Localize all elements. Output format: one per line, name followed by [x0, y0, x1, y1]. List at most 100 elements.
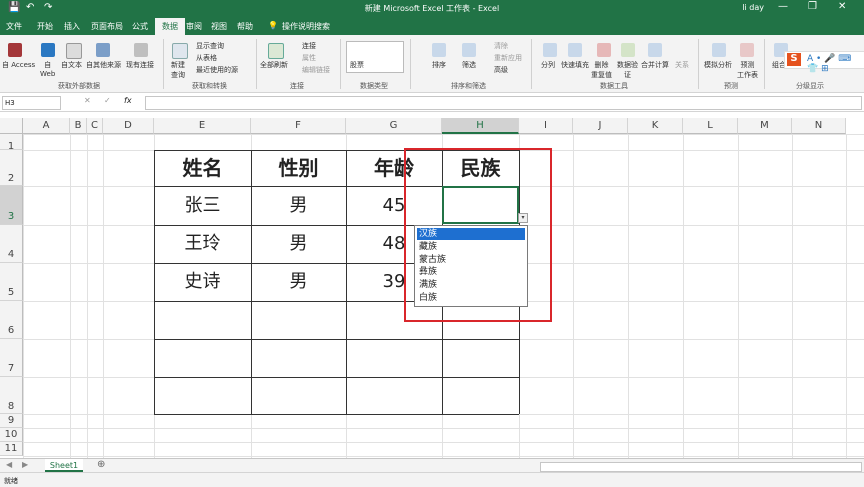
from-web-button[interactable]: 自 Web: [40, 60, 55, 78]
sheet-nav-right-icon[interactable]: ▶: [22, 460, 28, 469]
row-header-2[interactable]: 2: [0, 150, 23, 186]
existing-connections-icon[interactable]: [134, 43, 148, 57]
edit-links-button[interactable]: 编辑链接: [302, 65, 330, 75]
what-if-icon[interactable]: [712, 43, 726, 57]
column-header-k[interactable]: K: [628, 118, 683, 134]
row-header-4[interactable]: 4: [0, 225, 23, 263]
table-cell[interactable]: 男: [251, 186, 346, 225]
flash-fill-icon[interactable]: [568, 43, 582, 57]
tab-home[interactable]: 开始: [37, 21, 53, 32]
table-header-cell[interactable]: 姓名: [154, 150, 251, 186]
column-header-l[interactable]: L: [683, 118, 738, 134]
data-validation-icon[interactable]: [621, 43, 635, 57]
minimize-button[interactable]: —: [778, 1, 788, 12]
table-cell[interactable]: 男: [251, 225, 346, 263]
row-header-11[interactable]: 11: [0, 442, 23, 456]
row-header-8[interactable]: 8: [0, 377, 23, 414]
web-icon[interactable]: [41, 43, 55, 57]
table-cell[interactable]: 男: [251, 263, 346, 301]
sogou-logo-icon[interactable]: S: [787, 53, 801, 66]
column-header-m[interactable]: M: [738, 118, 792, 134]
remove-duplicates-icon[interactable]: [597, 43, 611, 57]
column-header-j[interactable]: J: [573, 118, 628, 134]
new-query-icon[interactable]: [172, 43, 188, 59]
table-cell[interactable]: 张三: [154, 186, 251, 225]
other-sources-icon[interactable]: [96, 43, 110, 57]
column-header-h[interactable]: H: [442, 118, 519, 134]
filter-icon[interactable]: [462, 43, 476, 57]
from-table-button[interactable]: 从表格: [196, 53, 217, 63]
cancel-icon[interactable]: ✕: [84, 96, 91, 105]
stocks-data-type[interactable]: 股票: [350, 60, 364, 70]
tab-formulas[interactable]: 公式: [132, 21, 148, 32]
tab-view[interactable]: 视图: [211, 21, 227, 32]
column-header-e[interactable]: E: [154, 118, 251, 134]
show-query-button[interactable]: 显示查询: [196, 41, 224, 51]
column-header-b[interactable]: B: [70, 118, 87, 134]
select-all-corner[interactable]: [0, 118, 23, 134]
forecast-sheet-button[interactable]: 预测 工作表: [737, 60, 758, 80]
tell-me-search[interactable]: 操作说明搜索: [282, 21, 330, 32]
row-header-7[interactable]: 7: [0, 339, 23, 377]
what-if-analysis-button[interactable]: 模拟分析: [704, 60, 732, 70]
from-other-sources-button[interactable]: 自其他来源: [86, 60, 121, 70]
reapply-button[interactable]: 重新应用: [494, 53, 522, 63]
row-header-10[interactable]: 10: [0, 428, 23, 442]
flash-fill-button[interactable]: 快速填充: [561, 60, 589, 70]
horizontal-scrollbar[interactable]: [540, 462, 862, 472]
close-button[interactable]: ✕: [838, 1, 846, 12]
sort-icon[interactable]: [432, 43, 446, 57]
split-column-icon[interactable]: [543, 43, 557, 57]
recent-sources-button[interactable]: 最近使用的源: [196, 65, 238, 75]
row-header-3[interactable]: 3: [0, 186, 23, 225]
user-name[interactable]: li day: [742, 3, 764, 12]
add-sheet-button[interactable]: ⊕: [97, 459, 105, 470]
tab-data[interactable]: 数据: [155, 18, 185, 35]
column-header-a[interactable]: A: [23, 118, 70, 134]
row-header-9[interactable]: 9: [0, 414, 23, 428]
insert-function-icon[interactable]: fx: [124, 96, 132, 105]
ime-toolbar[interactable]: S A • 🎤 ⌨ 👕 ⊞: [784, 51, 864, 74]
row-header-1[interactable]: 1: [0, 134, 23, 152]
table-header-cell[interactable]: 性别: [251, 150, 346, 186]
table-cell[interactable]: 王玲: [154, 225, 251, 263]
forecast-sheet-icon[interactable]: [740, 43, 754, 57]
column-header-i[interactable]: I: [519, 118, 573, 134]
column-header-d[interactable]: D: [103, 118, 154, 134]
clear-button[interactable]: 清除: [494, 41, 508, 51]
properties-button[interactable]: 属性: [302, 53, 316, 63]
new-query-button[interactable]: 新建 查询: [171, 60, 185, 80]
tab-page-layout[interactable]: 页面布局: [91, 21, 123, 32]
tab-insert[interactable]: 插入: [64, 21, 80, 32]
refresh-all-icon[interactable]: [268, 43, 284, 59]
consolidate-icon[interactable]: [648, 43, 662, 57]
column-header-n[interactable]: N: [792, 118, 846, 134]
data-type-gallery[interactable]: 股票: [346, 41, 404, 73]
filter-button[interactable]: 筛选: [462, 60, 476, 70]
from-access-button[interactable]: 自 Access: [2, 60, 35, 70]
ime-tools-icons[interactable]: A • 🎤 ⌨ 👕 ⊞: [807, 54, 864, 74]
name-box[interactable]: H3: [2, 96, 61, 110]
row-header-5[interactable]: 5: [0, 263, 23, 301]
existing-connections-button[interactable]: 现有连接: [126, 60, 154, 70]
sheet-nav-left-icon[interactable]: ◀: [6, 460, 12, 469]
remove-duplicates-button[interactable]: 删除 重复值: [591, 60, 612, 80]
sheet-tab-sheet1[interactable]: Sheet1: [45, 459, 83, 472]
advanced-button[interactable]: 高级: [494, 65, 508, 75]
tab-review[interactable]: 审阅: [186, 21, 202, 32]
text-to-columns-button[interactable]: 分列: [541, 60, 555, 70]
data-validation-button[interactable]: 数据验 证: [617, 60, 638, 80]
column-header-g[interactable]: G: [346, 118, 442, 134]
relationships-button[interactable]: 关系: [675, 60, 689, 70]
restore-button[interactable]: ❐: [808, 1, 817, 12]
enter-icon[interactable]: ✓: [104, 96, 111, 105]
row-header-6[interactable]: 6: [0, 301, 23, 339]
tab-file[interactable]: 文件: [6, 21, 22, 32]
connections-button[interactable]: 连接: [302, 41, 316, 51]
tab-help[interactable]: 帮助: [237, 21, 253, 32]
from-text-button[interactable]: 自文本: [61, 60, 82, 70]
text-file-icon[interactable]: [66, 43, 82, 59]
table-cell[interactable]: 史诗: [154, 263, 251, 301]
formula-input[interactable]: [145, 96, 862, 110]
column-header-c[interactable]: C: [87, 118, 103, 134]
